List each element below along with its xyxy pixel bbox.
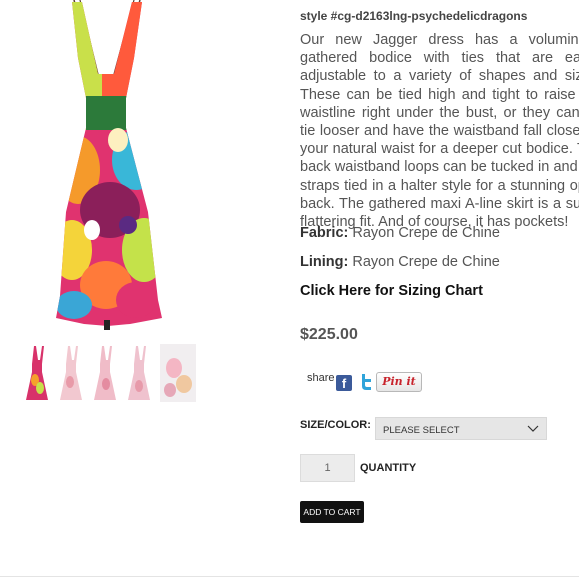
- size-color-selected: PLEASE SELECT: [383, 425, 460, 436]
- fabric-value: Rayon Crepe de Chine: [348, 225, 500, 241]
- quantity-input[interactable]: 1: [300, 454, 355, 482]
- thumbnail-4[interactable]: [124, 344, 154, 402]
- product-price: $225.00: [300, 326, 358, 343]
- pin-it-button[interactable]: Pin it: [376, 372, 422, 392]
- divider: [0, 576, 579, 577]
- size-color-select[interactable]: PLEASE SELECT: [375, 417, 547, 440]
- fabric-label: Fabric:: [300, 225, 349, 241]
- lining-spec: Lining: Rayon Crepe de Chine: [300, 254, 500, 270]
- share-label: share: [307, 372, 335, 384]
- thumbnail-5[interactable]: [160, 344, 196, 402]
- thumbnail-2[interactable]: [56, 344, 86, 402]
- size-color-label: SIZE/COLOR:: [300, 419, 371, 431]
- sizing-chart-link[interactable]: Click Here for Sizing Chart: [300, 283, 483, 299]
- product-description-container: Our new Jagger dress has a voluminous ga…: [300, 31, 579, 231]
- fabric-spec: Fabric: Rayon Crepe de Chine: [300, 225, 500, 241]
- lining-value: Rayon Crepe de Chine: [348, 254, 500, 270]
- lining-label: Lining:: [300, 254, 349, 270]
- product-description: Our new Jagger dress has a voluminous ga…: [300, 32, 579, 231]
- product-main-image[interactable]: [52, 0, 164, 332]
- thumbnail-1[interactable]: [22, 344, 52, 402]
- twitter-icon[interactable]: [358, 373, 374, 391]
- facebook-icon[interactable]: f: [336, 375, 352, 391]
- chevron-down-icon: [527, 425, 539, 432]
- add-to-cart-button[interactable]: ADD TO CART: [300, 501, 364, 523]
- quantity-label: QUANTITY: [360, 462, 417, 474]
- thumbnail-3[interactable]: [90, 344, 120, 402]
- style-code: style #cg-d2163lng-psychedelicdragons: [300, 9, 528, 23]
